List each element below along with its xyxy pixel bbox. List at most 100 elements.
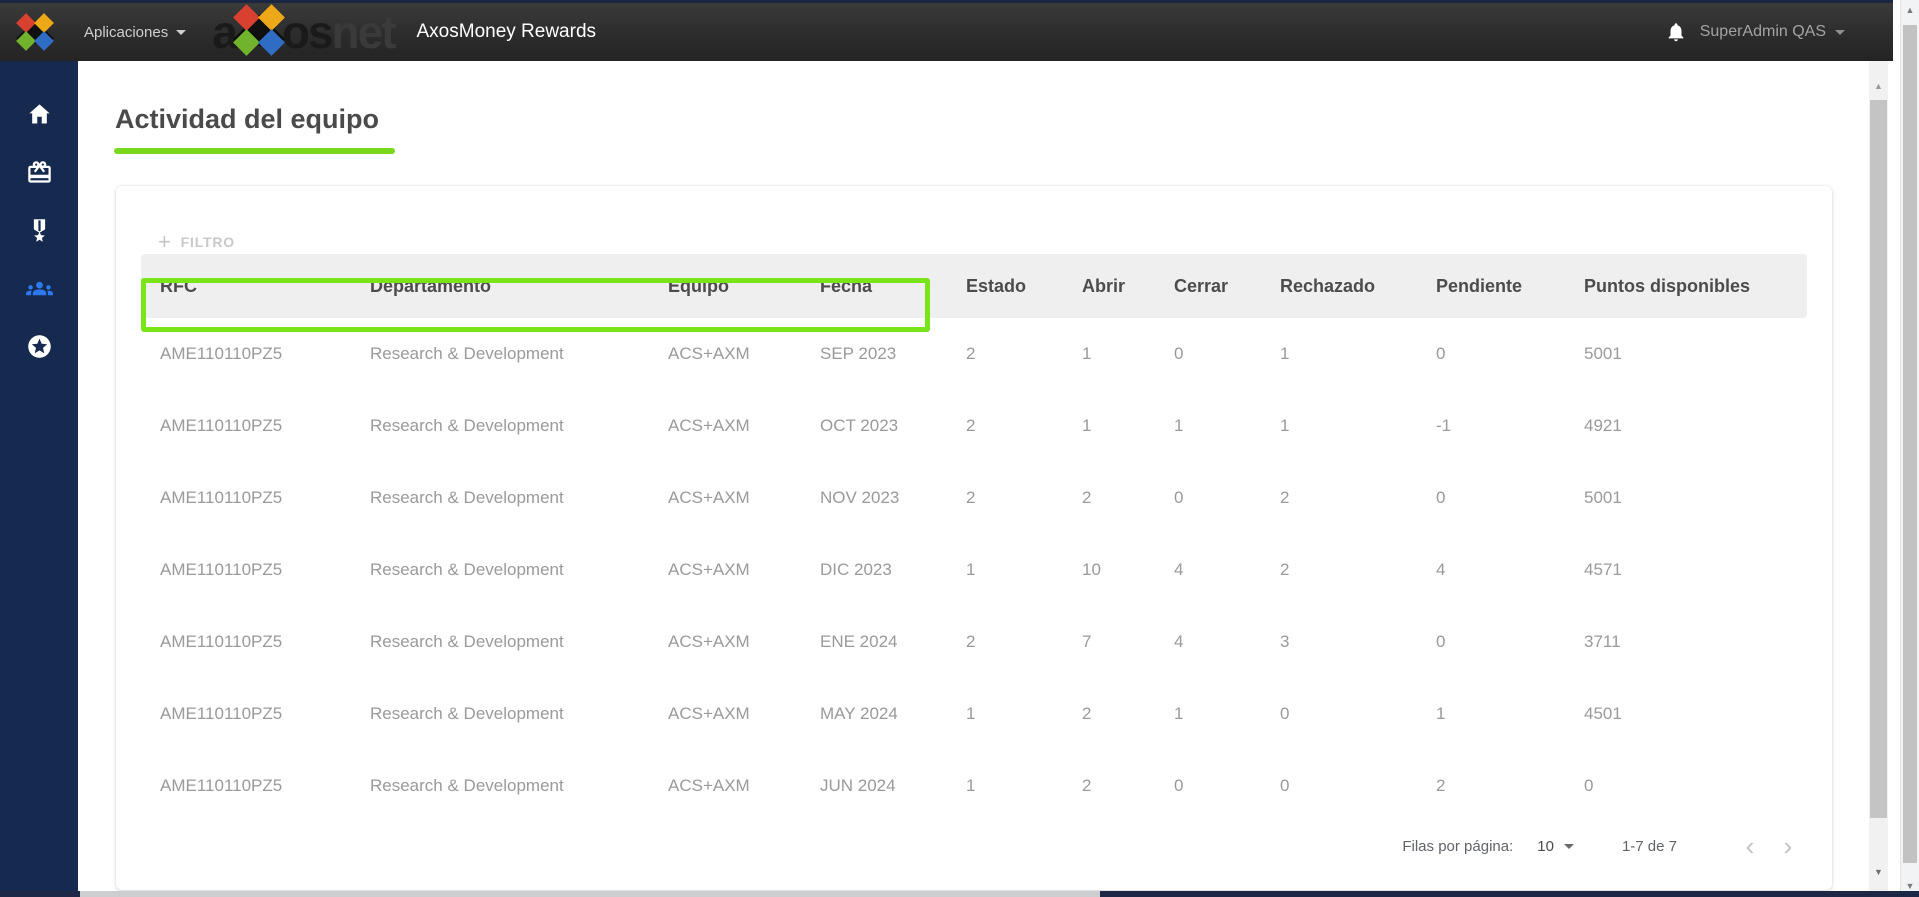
gift-icon xyxy=(26,159,53,186)
cell-estado: 1 xyxy=(966,560,1082,580)
axosnet-wordmark: a os net xyxy=(212,2,394,63)
cell-departamento: Research & Development xyxy=(370,632,668,652)
sidebar-item-achievements[interactable] xyxy=(0,201,78,259)
cell-estado: 2 xyxy=(966,416,1082,436)
content-horizontal-scrollbar[interactable] xyxy=(80,891,1100,897)
cell-abrir: 1 xyxy=(1082,416,1174,436)
sidebar-item-points[interactable] xyxy=(0,317,78,375)
cell-cerrar: 1 xyxy=(1174,416,1280,436)
cell-pendiente: 1 xyxy=(1436,704,1584,724)
cell-rechazado: 1 xyxy=(1280,344,1436,364)
rows-per-page-label: Filas por página: xyxy=(1402,838,1513,855)
content-vertical-scrollbar[interactable]: ▲ ▼ xyxy=(1869,61,1888,891)
cell-equipo: ACS+AXM xyxy=(668,344,820,364)
cell-rechazado: 0 xyxy=(1280,776,1436,796)
groups-icon xyxy=(26,275,53,302)
column-header-equipo[interactable]: Equipo xyxy=(668,276,820,297)
left-sidebar xyxy=(0,61,78,891)
cell-rechazado: 2 xyxy=(1280,560,1436,580)
user-menu[interactable]: SuperAdmin QAS xyxy=(1700,23,1845,41)
cell-departamento: Research & Development xyxy=(370,560,668,580)
applications-menu-label: Aplicaciones xyxy=(84,24,168,41)
cell-pendiente: 4 xyxy=(1436,560,1584,580)
scrollbar-thumb[interactable] xyxy=(1870,100,1887,818)
cell-fecha: JUN 2024 xyxy=(820,776,966,796)
scroll-up-arrow-icon[interactable]: ▲ xyxy=(1901,5,1919,15)
column-header-abrir[interactable]: Abrir xyxy=(1082,276,1174,297)
cell-departamento: Research & Development xyxy=(370,416,668,436)
cell-fecha: SEP 2023 xyxy=(820,344,966,364)
cell-equipo: ACS+AXM xyxy=(668,416,820,436)
applications-menu[interactable]: Aplicaciones xyxy=(84,24,186,41)
column-header-pendiente[interactable]: Pendiente xyxy=(1436,276,1584,297)
cell-departamento: Research & Development xyxy=(370,704,668,724)
table-row: AME110110PZ5 Research & Development ACS+… xyxy=(141,534,1807,606)
cell-estado: 2 xyxy=(966,488,1082,508)
chevron-down-icon xyxy=(176,30,186,35)
scroll-down-arrow-icon[interactable]: ▼ xyxy=(1901,881,1919,891)
cell-rfc: AME110110PZ5 xyxy=(160,704,370,724)
cell-fecha: DIC 2023 xyxy=(820,560,966,580)
next-page-button[interactable]: › xyxy=(1769,833,1807,859)
cell-rfc: AME110110PZ5 xyxy=(160,776,370,796)
cell-estado: 1 xyxy=(966,776,1082,796)
navbar-right-group: SuperAdmin QAS xyxy=(1665,21,1893,43)
sidebar-item-home[interactable] xyxy=(0,85,78,143)
cell-cerrar: 1 xyxy=(1174,704,1280,724)
axosnet-logo-icon[interactable] xyxy=(16,13,54,51)
browser-vertical-scrollbar[interactable]: ▲ ▼ xyxy=(1900,0,1919,897)
column-header-rfc[interactable]: RFC xyxy=(160,276,370,297)
wordmark-net: net xyxy=(332,5,395,59)
cell-estado: 2 xyxy=(966,632,1082,652)
cell-equipo: ACS+AXM xyxy=(668,704,820,724)
table-header-row: RFC Departamento Equipo Fecha Estado Abr… xyxy=(141,254,1807,318)
filter-button-label: FILTRO xyxy=(181,234,235,250)
cell-departamento: Research & Development xyxy=(370,776,668,796)
column-header-puntos-disponibles[interactable]: Puntos disponibles xyxy=(1584,276,1807,297)
plus-icon: + xyxy=(158,235,172,249)
column-header-departamento[interactable]: Departamento xyxy=(370,276,668,297)
cell-cerrar: 0 xyxy=(1174,344,1280,364)
previous-page-button[interactable]: ‹ xyxy=(1731,833,1769,859)
cell-abrir: 2 xyxy=(1082,488,1174,508)
column-header-rechazado[interactable]: Rechazado xyxy=(1280,276,1436,297)
cell-departamento: Research & Development xyxy=(370,488,668,508)
rows-per-page-value: 10 xyxy=(1537,838,1554,855)
cell-departamento: Research & Development xyxy=(370,344,668,364)
pagination-bar: Filas por página: 10 1-7 de 7 ‹ › xyxy=(141,822,1807,870)
cell-puntos: 0 xyxy=(1584,776,1807,796)
table-row: AME110110PZ5 Research & Development ACS+… xyxy=(141,678,1807,750)
cell-rfc: AME110110PZ5 xyxy=(160,632,370,652)
cell-rfc: AME110110PZ5 xyxy=(160,344,370,364)
pagination-range: 1-7 de 7 xyxy=(1622,838,1677,855)
cell-pendiente: 0 xyxy=(1436,488,1584,508)
cell-rechazado: 0 xyxy=(1280,704,1436,724)
rows-per-page-select[interactable]: 10 xyxy=(1537,838,1574,855)
notifications-bell-icon[interactable] xyxy=(1665,21,1687,43)
add-filter-button[interactable]: + FILTRO xyxy=(158,234,235,250)
scrollbar-thumb[interactable] xyxy=(1903,25,1917,863)
medal-icon xyxy=(26,217,53,244)
cell-puntos: 3711 xyxy=(1584,632,1807,652)
cell-equipo: ACS+AXM xyxy=(668,488,820,508)
scroll-up-arrow-icon[interactable]: ▲ xyxy=(1869,81,1888,91)
table-row: AME110110PZ5 Research & Development ACS+… xyxy=(141,318,1807,390)
column-header-fecha[interactable]: Fecha xyxy=(820,276,966,297)
cell-abrir: 1 xyxy=(1082,344,1174,364)
sidebar-item-rewards[interactable] xyxy=(0,143,78,201)
cell-puntos: 5001 xyxy=(1584,488,1807,508)
cell-pendiente: 0 xyxy=(1436,632,1584,652)
cell-abrir: 2 xyxy=(1082,704,1174,724)
table-row: AME110110PZ5 Research & Development ACS+… xyxy=(141,750,1807,822)
cell-rfc: AME110110PZ5 xyxy=(160,560,370,580)
filter-row: + FILTRO xyxy=(116,186,1832,252)
scroll-down-arrow-icon[interactable]: ▼ xyxy=(1869,867,1888,877)
main-content: Actividad del equipo + FILTRO RFC Depart… xyxy=(78,61,1869,891)
sidebar-item-team-activity[interactable] xyxy=(0,259,78,317)
column-header-estado[interactable]: Estado xyxy=(966,276,1082,297)
cell-pendiente: 0 xyxy=(1436,344,1584,364)
table-row: AME110110PZ5 Research & Development ACS+… xyxy=(141,606,1807,678)
column-header-cerrar[interactable]: Cerrar xyxy=(1174,276,1280,297)
cell-pendiente: -1 xyxy=(1436,416,1584,436)
star-circle-icon xyxy=(26,333,53,360)
